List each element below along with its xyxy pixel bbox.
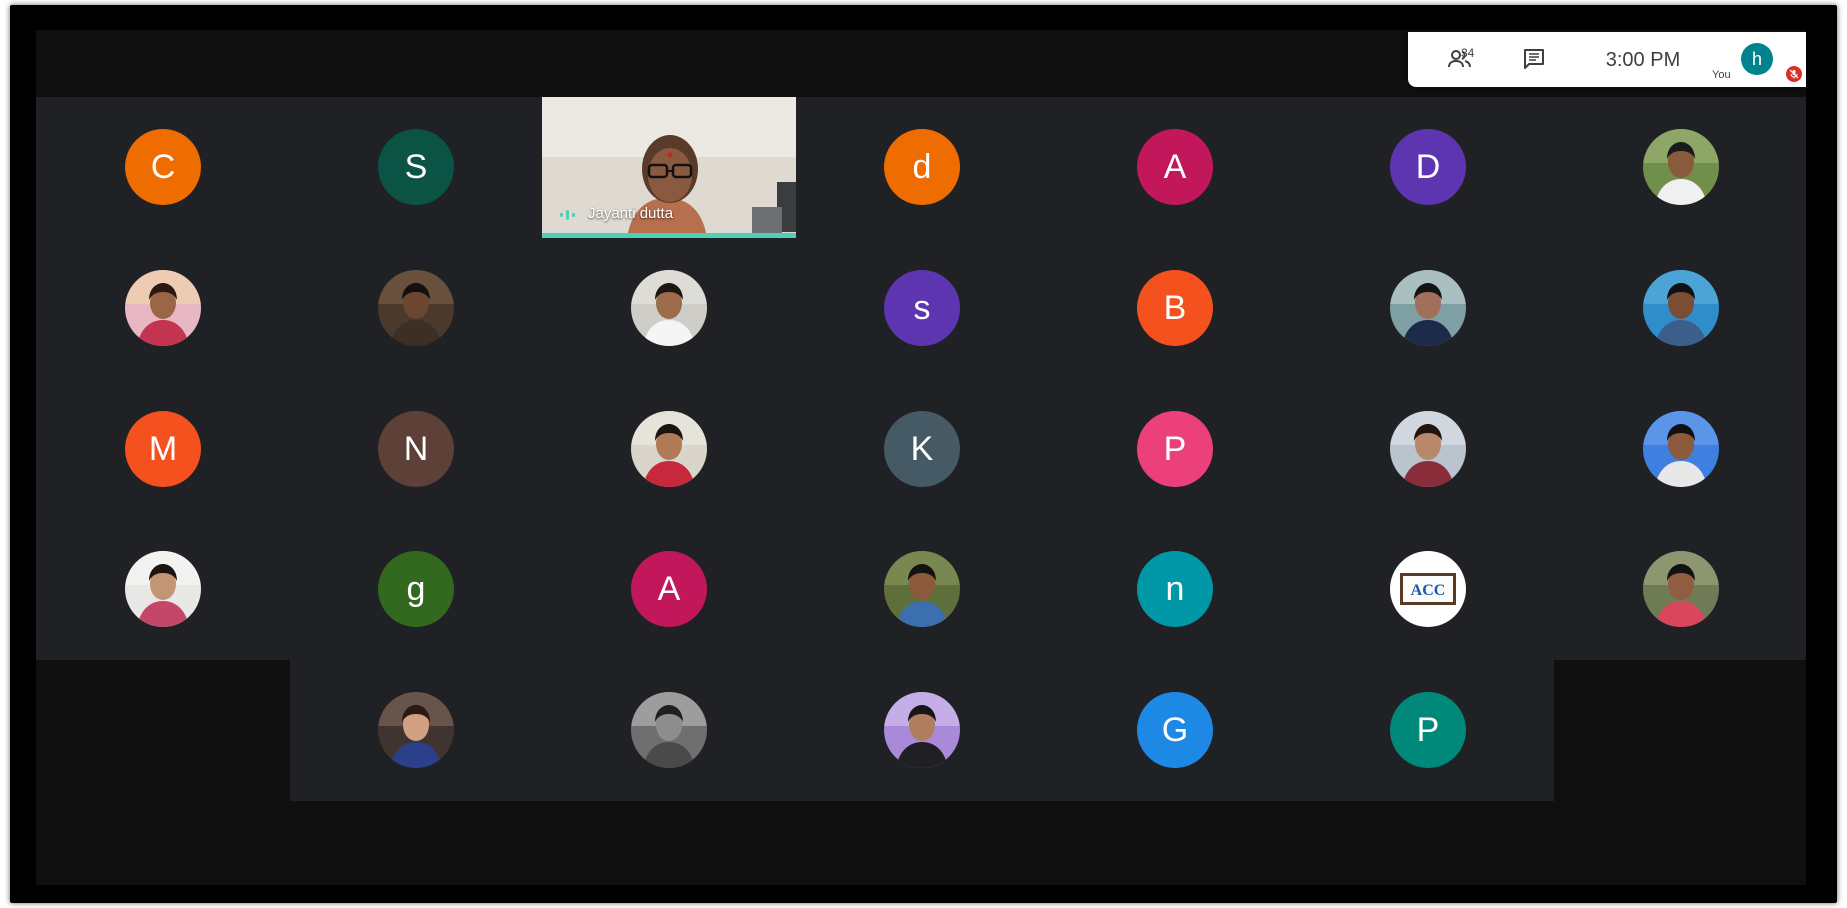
participant-initial-avatar[interactable]: B xyxy=(1137,270,1213,346)
mic-off-icon xyxy=(1786,66,1802,82)
participant-initial-avatar[interactable]: A xyxy=(631,551,707,627)
speaking-bar xyxy=(542,233,796,238)
participant-photo-avatar[interactable]: ACC xyxy=(1390,551,1466,627)
participant-photo-avatar[interactable] xyxy=(884,551,960,627)
participant-count: 34 xyxy=(1461,46,1475,60)
participant-initial-avatar[interactable]: g xyxy=(378,551,454,627)
participant-photo-avatar[interactable] xyxy=(884,692,960,768)
participant-initial-avatar[interactable]: n xyxy=(1137,551,1213,627)
participant-photo-avatar[interactable] xyxy=(1643,411,1719,487)
chat-button[interactable] xyxy=(1516,44,1552,74)
participant-photo-avatar[interactable] xyxy=(1390,411,1466,487)
participant-photo-avatar[interactable] xyxy=(378,270,454,346)
people-button[interactable] xyxy=(1438,44,1482,74)
participant-initial-avatar[interactable]: C xyxy=(125,129,201,205)
participant-video-tile[interactable]: Jayanti dutta xyxy=(542,97,796,238)
participant-initial-avatar[interactable]: s xyxy=(884,270,960,346)
participant-photo-avatar[interactable] xyxy=(378,692,454,768)
you-label: You xyxy=(1712,69,1731,81)
participant-initial-avatar[interactable]: A xyxy=(1137,129,1213,205)
svg-text:ACC: ACC xyxy=(1411,582,1446,599)
participant-photo-avatar[interactable] xyxy=(631,270,707,346)
participant-initial-avatar[interactable]: D xyxy=(1390,129,1466,205)
participant-initial-avatar[interactable]: d xyxy=(884,129,960,205)
participant-photo-avatar[interactable] xyxy=(1643,551,1719,627)
participant-initial-avatar[interactable]: M xyxy=(125,411,201,487)
self-avatar[interactable]: h xyxy=(1741,43,1773,75)
participant-photo-avatar[interactable] xyxy=(631,411,707,487)
participant-photo-avatar[interactable] xyxy=(1390,270,1466,346)
speaking-indicator-icon xyxy=(558,207,578,228)
participant-initial-avatar[interactable]: P xyxy=(1137,411,1213,487)
participant-name: Jayanti dutta xyxy=(588,205,674,222)
meeting-top-bar: 34 3:00 PM You h xyxy=(1408,32,1806,87)
participant-initial-avatar[interactable]: K xyxy=(884,411,960,487)
participant-initial-avatar[interactable]: S xyxy=(378,129,454,205)
participant-initial-avatar[interactable]: P xyxy=(1390,692,1466,768)
participant-photo-avatar[interactable] xyxy=(1643,129,1719,205)
participant-photo-avatar[interactable] xyxy=(631,692,707,768)
participant-photo-avatar[interactable] xyxy=(125,270,201,346)
participant-photo-avatar[interactable] xyxy=(1643,270,1719,346)
chat-icon xyxy=(1524,49,1544,69)
participant-initial-avatar[interactable]: N xyxy=(378,411,454,487)
participant-initial-avatar[interactable]: G xyxy=(1137,692,1213,768)
participant-photo-avatar[interactable] xyxy=(125,551,201,627)
meeting-clock: 3:00 PM xyxy=(1605,48,1681,71)
